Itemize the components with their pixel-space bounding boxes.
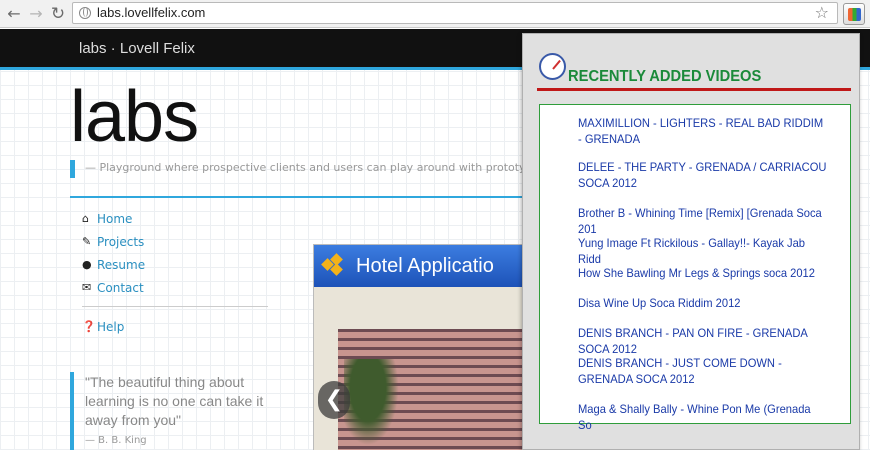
hotel-logo-icon xyxy=(321,253,345,276)
section-divider xyxy=(70,196,530,198)
back-arrow-icon[interactable]: ← xyxy=(4,4,24,24)
carousel-prev-button[interactable]: ❮ xyxy=(318,381,350,419)
nav-item-label: Contact xyxy=(97,281,144,295)
browser-toolbar: ← → ↻ labs.lovellfelix.com ☆ xyxy=(0,0,870,28)
globe-icon xyxy=(79,7,91,19)
video-link[interactable]: Disa Wine Up Soca Riddim 2012 xyxy=(578,295,827,311)
envelope-icon: ✉ xyxy=(82,281,92,294)
video-link[interactable]: Brother B - Whining Time [Remix] [Grenad… xyxy=(578,205,827,237)
nav-item-label: Home xyxy=(97,212,133,226)
extension-icon xyxy=(848,8,861,21)
quote-author: — B. B. King xyxy=(85,435,147,446)
video-link[interactable]: Maga & Shally Bally - Whine Pon Me (Gren… xyxy=(578,401,827,433)
hotel-building-image xyxy=(338,329,529,450)
pencil-icon: ✎ xyxy=(82,235,92,248)
video-link[interactable]: MAXIMILLION - LIGHTERS - REAL BAD RIDDIM… xyxy=(578,115,827,147)
nav-divider xyxy=(82,306,268,307)
bookmark-star-icon[interactable]: ☆ xyxy=(815,3,829,22)
quote-text: "The beautiful thing about learning is n… xyxy=(85,374,264,428)
user-icon: ● xyxy=(82,258,92,271)
nav-item-label: Resume xyxy=(97,258,146,272)
video-list: MAXIMILLION - LIGHTERS - REAL BAD RIDDIM… xyxy=(539,104,851,432)
tagline-accent xyxy=(70,160,75,178)
palm-tree-image xyxy=(344,359,404,450)
question-icon: ❓ xyxy=(82,320,96,333)
video-link[interactable]: How She Bawling Mr Legs & Springs soca 2… xyxy=(578,265,827,281)
nav-item-label: Projects xyxy=(97,235,145,249)
popup-title: RECENTLY ADDED VIDEOS xyxy=(568,68,762,85)
address-bar[interactable]: labs.lovellfelix.com ☆ xyxy=(72,2,838,24)
video-link[interactable]: DENIS BRANCH - JUST COME DOWN - GRENADA … xyxy=(578,355,827,387)
tagline: — Playground where prospective clients a… xyxy=(85,161,525,174)
hotel-app-header: Hotel Applicatio xyxy=(314,245,529,287)
reload-icon[interactable]: ↻ xyxy=(48,4,68,24)
video-link[interactable]: Yung Image Ft Rickilous - Gallay!!- Kaya… xyxy=(578,235,827,267)
extension-popup: RECENTLY ADDED VIDEOS MAXIMILLION - LIGH… xyxy=(522,33,860,450)
hotel-app-preview[interactable]: Hotel Applicatio xyxy=(313,244,529,450)
forward-arrow-icon[interactable]: → xyxy=(26,4,46,24)
site-brand[interactable]: labs · Lovell Felix xyxy=(79,40,195,57)
hero-title: labs xyxy=(70,77,199,157)
url-text: labs.lovellfelix.com xyxy=(97,5,206,20)
gauge-icon xyxy=(539,53,566,80)
video-link[interactable]: DENIS BRANCH - PAN ON FIRE - GRENADA SOC… xyxy=(578,325,827,357)
nav-item-label: Help xyxy=(97,320,125,334)
extension-button[interactable] xyxy=(843,3,865,25)
quote-accent xyxy=(70,372,74,450)
video-link[interactable]: DELEE - THE PARTY - GRENADA / CARRIACOU … xyxy=(578,159,827,191)
home-icon: ⌂ xyxy=(82,212,89,225)
popup-title-underline xyxy=(537,88,851,91)
hotel-app-title: Hotel Applicatio xyxy=(356,255,494,277)
